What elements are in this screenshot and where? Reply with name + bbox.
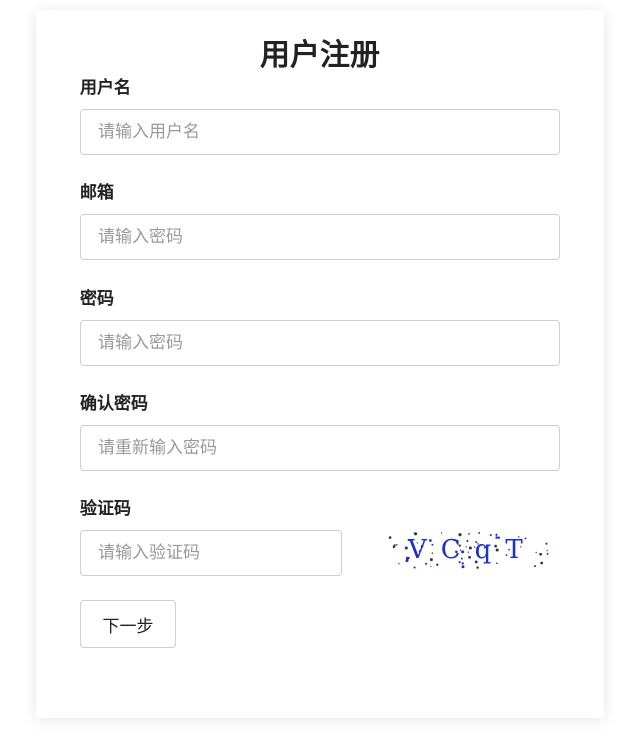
- captcha-noise-dot: [540, 561, 544, 565]
- captcha-noise-dot: [476, 566, 479, 569]
- confirm-password-label: 确认密码: [80, 394, 148, 414]
- captcha-noise-dot: [430, 565, 432, 568]
- captcha-noise-dot: [546, 549, 548, 552]
- captcha-noise-dot: [539, 552, 542, 556]
- password-input[interactable]: [80, 320, 560, 366]
- password-label: 密码: [80, 289, 114, 309]
- page-title: 用户注册: [260, 38, 380, 73]
- next-button[interactable]: 下一步: [80, 600, 176, 648]
- email-input[interactable]: [80, 214, 560, 260]
- captcha-noise-dot: [388, 536, 392, 539]
- captcha-noise-dot: [395, 543, 398, 546]
- captcha-noise-dot: [413, 566, 416, 569]
- captcha-noise-dot: [398, 563, 400, 565]
- captcha-image[interactable]: VCqT: [380, 524, 560, 574]
- email-label: 邮箱: [80, 183, 114, 203]
- captcha-noise-dot: [546, 552, 549, 555]
- confirm-password-input[interactable]: [80, 425, 560, 471]
- captcha-noise-dot: [440, 532, 443, 534]
- captcha-noise-dot: [413, 532, 415, 534]
- username-label: 用户名: [80, 78, 131, 98]
- registration-card: 用户注册 用户名 邮箱 密码 确认密码 验证码 VCqT 下一步: [36, 10, 604, 718]
- captcha-noise-dot: [478, 531, 481, 534]
- captcha-input[interactable]: [80, 530, 342, 576]
- username-input[interactable]: [80, 109, 560, 155]
- captcha-noise-dot: [534, 565, 536, 568]
- captcha-text: VCqT: [407, 535, 537, 565]
- captcha-noise-dot: [393, 544, 396, 547]
- captcha-noise-dot: [461, 565, 465, 569]
- captcha-label: 验证码: [80, 499, 131, 519]
- captcha-noise-dot: [545, 542, 548, 545]
